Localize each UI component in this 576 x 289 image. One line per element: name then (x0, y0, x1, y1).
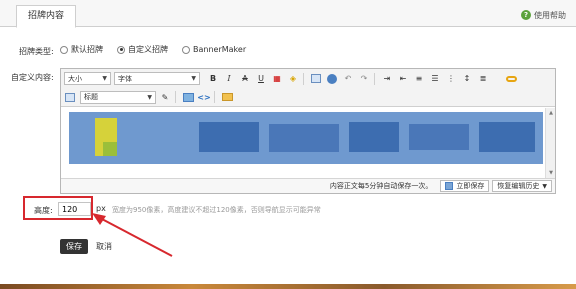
cancel-button[interactable]: 取消 (96, 241, 112, 252)
page-bottom-strip (0, 284, 576, 289)
save-button[interactable]: 保存 (60, 239, 88, 254)
